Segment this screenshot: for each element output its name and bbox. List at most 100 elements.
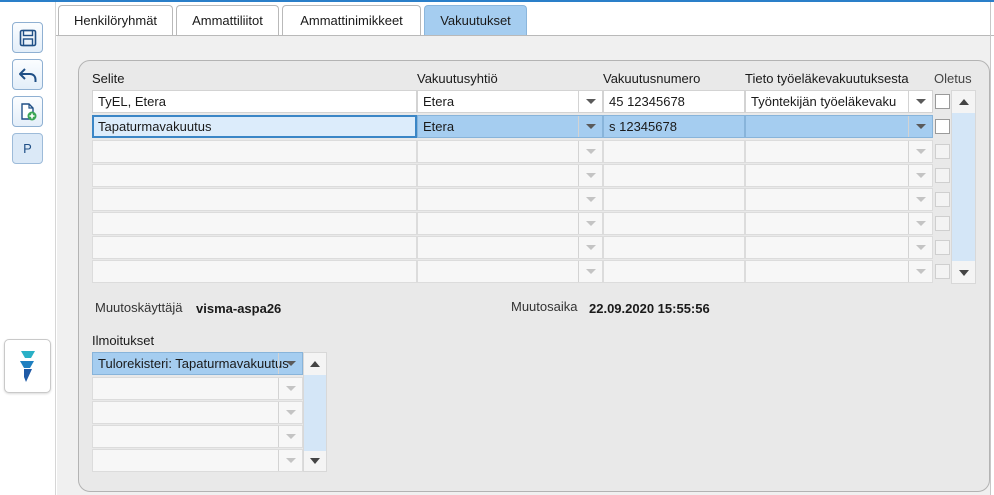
p-button-label: P xyxy=(23,141,32,156)
notices-scrollbar[interactable] xyxy=(303,352,327,472)
tab-henkiloryhmat[interactable]: Henkilöryhmät xyxy=(58,5,173,35)
chevron-down-icon xyxy=(278,378,302,399)
changed-at-value: 22.09.2020 15:55:56 xyxy=(589,301,710,316)
tab-label: Ammattiliitot xyxy=(192,13,263,28)
chevron-down-icon xyxy=(278,402,302,423)
empty-selite-cell[interactable] xyxy=(92,188,417,211)
chevron-down-icon[interactable] xyxy=(908,116,932,137)
scroll-up-icon[interactable] xyxy=(959,99,969,105)
tab-label: Vakuutukset xyxy=(440,13,511,28)
empty-numero-cell[interactable] xyxy=(603,212,745,235)
notice-empty-cell[interactable] xyxy=(92,401,303,424)
scroll-up-icon[interactable] xyxy=(310,361,320,367)
p-button[interactable]: P xyxy=(12,133,43,164)
notice-empty-cell[interactable] xyxy=(92,449,303,472)
chevron-down-icon xyxy=(578,165,602,186)
empty-tieto-cell[interactable] xyxy=(745,212,933,235)
add-document-icon xyxy=(20,102,36,120)
empty-selite-cell[interactable] xyxy=(92,236,417,259)
window-top-border xyxy=(0,0,994,2)
empty-oletus-checkbox xyxy=(935,240,950,255)
chevron-down-icon[interactable] xyxy=(578,91,602,112)
empty-yhtio-cell[interactable] xyxy=(417,236,603,259)
visma-logo-icon xyxy=(19,351,35,382)
empty-yhtio-cell[interactable] xyxy=(417,188,603,211)
chevron-down-icon xyxy=(278,450,302,471)
empty-yhtio-cell[interactable] xyxy=(417,140,603,163)
empty-tieto-cell[interactable] xyxy=(745,260,933,283)
header-selite: Selite xyxy=(92,71,125,86)
save-icon xyxy=(19,29,36,46)
chevron-down-icon xyxy=(578,261,602,282)
notice-item-value: Tulorekisteri: Tapaturmavakuutus xyxy=(98,356,289,371)
header-oletus: Oletus xyxy=(934,71,972,86)
empty-yhtio-cell[interactable] xyxy=(417,260,603,283)
app-logo-button[interactable] xyxy=(4,339,51,393)
chevron-down-icon xyxy=(578,213,602,234)
empty-numero-cell[interactable] xyxy=(603,236,745,259)
empty-tieto-cell[interactable] xyxy=(745,140,933,163)
row1-oletus-checkbox[interactable] xyxy=(935,94,950,109)
empty-numero-cell[interactable] xyxy=(603,188,745,211)
undo-button[interactable] xyxy=(12,59,43,90)
tab-vakuutukset[interactable]: Vakuutukset xyxy=(424,5,527,35)
notices-label: Ilmoitukset xyxy=(92,333,155,348)
scroll-down-icon[interactable] xyxy=(310,458,320,464)
empty-selite-cell[interactable] xyxy=(92,140,417,163)
row2-tieto-select[interactable] xyxy=(745,115,933,138)
chevron-down-icon xyxy=(578,237,602,258)
empty-oletus-checkbox xyxy=(935,216,950,231)
chevron-down-icon xyxy=(908,141,932,162)
changed-by-label: Muutoskäyttäjä xyxy=(95,300,183,315)
scroll-down-icon[interactable] xyxy=(959,270,969,276)
empty-numero-cell[interactable] xyxy=(603,260,745,283)
empty-yhtio-cell[interactable] xyxy=(417,212,603,235)
empty-selite-cell[interactable] xyxy=(92,164,417,187)
grid-scrollbar-thumb[interactable] xyxy=(952,113,975,261)
notice-empty-cell[interactable] xyxy=(92,377,303,400)
empty-selite-cell[interactable] xyxy=(92,260,417,283)
row2-selite-input[interactable]: Tapaturmavakuutus xyxy=(92,115,417,138)
undo-icon xyxy=(18,67,36,82)
empty-tieto-cell[interactable] xyxy=(745,164,933,187)
row2-numero-input[interactable]: s 12345678 xyxy=(603,115,745,138)
tab-ammattiliitot[interactable]: Ammattiliitot xyxy=(176,5,279,35)
row1-selite-input[interactable]: TyEL, Etera xyxy=(92,90,417,113)
header-vakuutusyhtio: Vakuutusyhtiö xyxy=(417,71,498,86)
header-tieto: Tieto työeläkevakuutuksesta xyxy=(745,71,909,86)
new-record-button[interactable] xyxy=(12,96,43,127)
notice-item-select[interactable]: Tulorekisteri: Tapaturmavakuutus xyxy=(92,352,303,375)
changed-by-value: visma-aspa26 xyxy=(196,301,282,316)
empty-yhtio-cell[interactable] xyxy=(417,164,603,187)
header-vakuutusnumero: Vakuutusnumero xyxy=(603,71,701,86)
row2-yhtio-select[interactable]: Etera xyxy=(417,115,603,138)
chevron-down-icon[interactable] xyxy=(278,353,302,374)
row1-tieto-value: Työntekijän työeläkevaku xyxy=(751,94,897,109)
empty-oletus-checkbox xyxy=(935,192,950,207)
tab-label: Henkilöryhmät xyxy=(73,13,158,28)
row2-yhtio-value: Etera xyxy=(423,119,455,134)
row2-oletus-checkbox[interactable] xyxy=(935,119,950,134)
row1-yhtio-value: Etera xyxy=(423,94,455,109)
chevron-down-icon[interactable] xyxy=(908,91,932,112)
chevron-down-icon xyxy=(908,165,932,186)
notice-empty-cell[interactable] xyxy=(92,425,303,448)
row1-yhtio-select[interactable]: Etera xyxy=(417,90,603,113)
notices-scrollbar-thumb[interactable] xyxy=(304,375,326,451)
row1-tieto-select[interactable]: Työntekijän työeläkevaku xyxy=(745,90,933,113)
chevron-down-icon xyxy=(908,261,932,282)
tab-label: Ammattinimikkeet xyxy=(300,13,403,28)
empty-numero-cell[interactable] xyxy=(603,164,745,187)
left-toolbar: P xyxy=(0,2,56,495)
empty-numero-cell[interactable] xyxy=(603,140,745,163)
tab-ammattinimikkeet[interactable]: Ammattinimikkeet xyxy=(282,5,421,35)
grid-scrollbar[interactable] xyxy=(951,90,976,284)
empty-oletus-checkbox xyxy=(935,168,950,183)
empty-selite-cell[interactable] xyxy=(92,212,417,235)
empty-tieto-cell[interactable] xyxy=(745,236,933,259)
chevron-down-icon[interactable] xyxy=(578,116,602,137)
chevron-down-icon xyxy=(278,426,302,447)
empty-tieto-cell[interactable] xyxy=(745,188,933,211)
row1-numero-input[interactable]: 45 12345678 xyxy=(603,90,745,113)
save-button[interactable] xyxy=(12,22,43,53)
